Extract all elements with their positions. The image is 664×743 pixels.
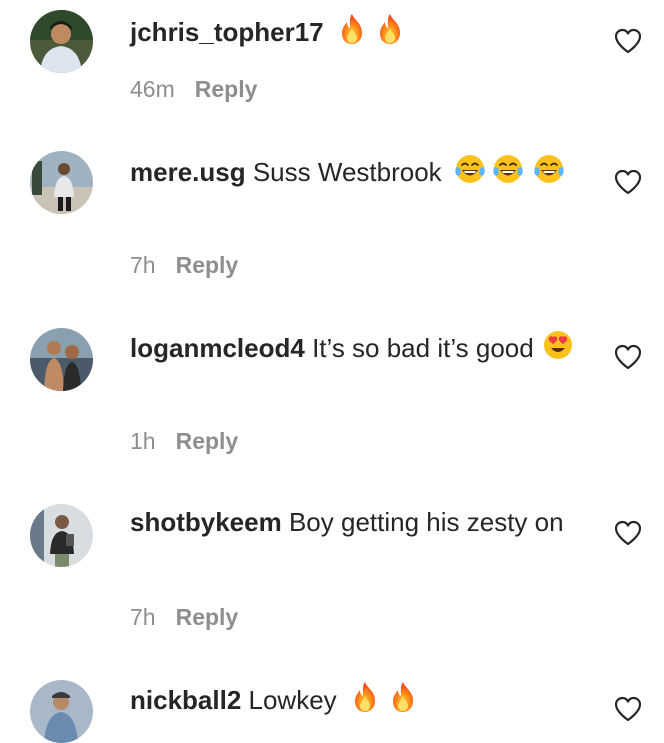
comment-username[interactable]: jchris_topher17 [130,17,324,47]
comment-body: Lowkey [248,685,337,715]
comment-meta: 46m Reply [130,74,257,104]
fire-emoji-icon [373,12,407,46]
comment-username[interactable]: loganmcleod4 [130,333,305,363]
avatar[interactable] [30,680,93,743]
comment-text: loganmcleod4 It’s so bad it’s good [130,328,600,366]
comment-time: 1h [130,428,156,454]
comment-time: 46m [130,76,175,102]
comment-text: nickball2 Lowkey [130,680,600,718]
reply-button[interactable]: Reply [195,76,258,102]
avatar[interactable] [30,10,93,73]
comment-username[interactable]: mere.usg [130,157,246,187]
heart-outline-icon[interactable] [614,520,642,546]
comment-meta: 1h Reply [130,426,238,456]
comment-username[interactable]: nickball2 [130,685,241,715]
tears-of-joy-emoji-icon [491,152,525,186]
comment-body: Suss Westbrook [252,157,442,187]
heart-outline-icon[interactable] [614,696,642,722]
fire-emoji-icon [386,680,420,714]
heart-outline-icon[interactable] [614,28,642,54]
avatar[interactable] [30,504,93,567]
comment-time: 7h [130,604,156,630]
fire-emoji-icon [348,680,382,714]
heart-eyes-emoji-icon [541,328,575,362]
comment-text: jchris_topher17 [130,12,600,50]
comment-meta: 7h Reply [130,250,238,280]
comment-body: Boy getting his zesty on [288,507,564,537]
heart-outline-icon[interactable] [614,169,642,195]
fire-emoji-icon [335,12,369,46]
tears-of-joy-emoji-icon [453,152,487,186]
tears-of-joy-emoji-icon [532,152,566,186]
comment-username[interactable]: shotbykeem [130,507,282,537]
comment-text: shotbykeem Boy getting his zesty on [130,504,600,540]
comment-time: 7h [130,252,156,278]
reply-button[interactable]: Reply [176,604,239,630]
comment-text: mere.usg Suss Westbrook [130,152,600,190]
comment-body: It’s so bad it’s good [312,333,534,363]
reply-button[interactable]: Reply [176,252,239,278]
avatar[interactable] [30,328,93,391]
heart-outline-icon[interactable] [614,344,642,370]
comment-meta: 7h Reply [130,602,238,632]
avatar[interactable] [30,151,93,214]
reply-button[interactable]: Reply [176,428,239,454]
